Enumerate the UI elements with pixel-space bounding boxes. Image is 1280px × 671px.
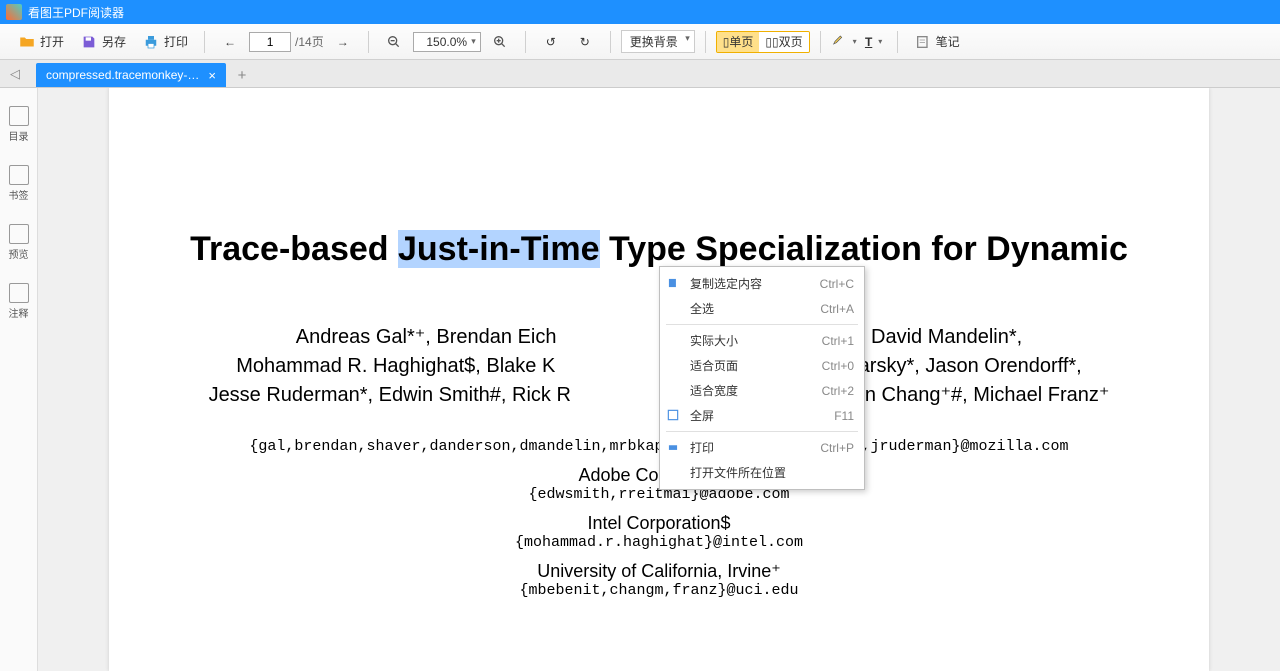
- menu-fullscreen[interactable]: 全屏F11: [660, 403, 864, 428]
- preview-icon: [9, 224, 29, 244]
- zoom-out-icon: [385, 33, 403, 51]
- document-tab[interactable]: compressed.tracemonkey-pl... ×: [36, 63, 226, 87]
- menu-separator: [666, 324, 858, 325]
- print-label: 打印: [164, 33, 188, 50]
- highlight-button[interactable]: [831, 32, 857, 52]
- zoom-in-icon: [491, 33, 509, 51]
- open-label: 打开: [40, 33, 64, 50]
- menu-fitpage[interactable]: 适合页面Ctrl+0: [660, 353, 864, 378]
- saveas-label: 另存: [102, 33, 126, 50]
- zoom-out-button[interactable]: [379, 30, 409, 54]
- toolbar-separator: [610, 31, 611, 53]
- app-title: 看图王PDF阅读器: [28, 4, 124, 21]
- underline-button[interactable]: T: [861, 32, 887, 52]
- saveas-button[interactable]: 另存: [74, 30, 132, 54]
- tab-back-button[interactable]: ◁: [10, 66, 20, 82]
- toolbar-separator: [368, 31, 369, 53]
- notes-button[interactable]: 笔记: [908, 30, 966, 54]
- notes-icon: [914, 33, 932, 51]
- toolbar-separator: [705, 31, 706, 53]
- menu-fitwidth[interactable]: 适合宽度Ctrl+2: [660, 378, 864, 403]
- page-total-label: /14页: [295, 33, 324, 50]
- change-bg-label: 更换背景: [630, 35, 678, 49]
- menu-selectall[interactable]: 全选Ctrl+A: [660, 296, 864, 321]
- sidebar-bookmark-button[interactable]: 书签: [4, 165, 34, 202]
- toolbar-separator: [204, 31, 205, 53]
- annot-icon: [9, 283, 29, 303]
- arrow-right-icon: →: [334, 33, 352, 51]
- page-number-input[interactable]: [249, 32, 291, 52]
- new-tab-button[interactable]: +: [230, 63, 254, 87]
- close-tab-icon[interactable]: ×: [208, 68, 216, 83]
- main-toolbar: 打开 另存 打印 ← /14页 → 150.0% ↺ ↻ 更换背景 ▯单页 ▯▯…: [0, 24, 1280, 60]
- tab-bar: ◁ compressed.tracemonkey-pl... × +: [0, 60, 1280, 88]
- selected-text: Just-in-Time: [398, 230, 600, 268]
- save-icon: [80, 33, 98, 51]
- menu-openloc[interactable]: 打开文件所在位置: [660, 460, 864, 485]
- open-button[interactable]: 打开: [12, 30, 70, 54]
- toolbar-separator: [897, 31, 898, 53]
- toc-icon: [9, 106, 29, 126]
- menu-separator: [666, 431, 858, 432]
- folder-open-icon: [18, 33, 36, 51]
- tab-title: compressed.tracemonkey-pl...: [46, 68, 202, 82]
- toolbar-separator: [820, 31, 821, 53]
- title-bar: 看图王PDF阅读器: [0, 0, 1280, 24]
- double-page-icon: ▯▯: [765, 35, 778, 49]
- next-page-button[interactable]: →: [328, 30, 358, 54]
- sidebar-toc-button[interactable]: 目录: [4, 106, 34, 143]
- underline-icon: T: [865, 35, 872, 49]
- zoom-value: 150.0%: [426, 35, 467, 49]
- workspace: 目录 书签 预览 注释 Trace-based Just-in-Time Typ…: [0, 88, 1280, 671]
- rotate-ccw-icon: ↺: [542, 33, 560, 51]
- arrow-left-icon: ←: [221, 33, 239, 51]
- notes-label: 笔记: [936, 33, 960, 50]
- sidebar-annot-button[interactable]: 注释: [4, 283, 34, 320]
- sidebar-preview-button[interactable]: 预览: [4, 224, 34, 261]
- rotate-cw-icon: ↻: [576, 33, 594, 51]
- single-page-button[interactable]: ▯单页: [717, 32, 760, 52]
- single-page-icon: ▯: [723, 35, 730, 49]
- app-logo-icon: [6, 4, 22, 20]
- print-button[interactable]: 打印: [136, 30, 194, 54]
- printer-icon: [666, 440, 682, 456]
- menu-print[interactable]: 打印Ctrl+P: [660, 435, 864, 460]
- prev-page-button[interactable]: ←: [215, 30, 245, 54]
- menu-copy[interactable]: 复制选定内容Ctrl+C: [660, 271, 864, 296]
- highlighter-icon: [831, 32, 847, 51]
- zoom-select[interactable]: 150.0%: [413, 32, 481, 52]
- double-page-button[interactable]: ▯▯双页: [759, 32, 808, 52]
- toolbar-separator: [525, 31, 526, 53]
- fullscreen-icon: [666, 408, 682, 424]
- page-mode-toggle[interactable]: ▯单页 ▯▯双页: [716, 31, 810, 53]
- copy-icon: [666, 276, 682, 292]
- sidebar: 目录 书签 预览 注释: [0, 88, 38, 671]
- bookmark-icon: [9, 165, 29, 185]
- paper-title: Trace-based Just-in-Time Type Specializa…: [169, 228, 1149, 271]
- rotate-right-button[interactable]: ↻: [570, 30, 600, 54]
- printer-icon: [142, 33, 160, 51]
- rotate-left-button[interactable]: ↺: [536, 30, 566, 54]
- context-menu: 复制选定内容Ctrl+C 全选Ctrl+A 实际大小Ctrl+1 适合页面Ctr…: [659, 266, 865, 490]
- zoom-in-button[interactable]: [485, 30, 515, 54]
- menu-actualsize[interactable]: 实际大小Ctrl+1: [660, 328, 864, 353]
- change-background-select[interactable]: 更换背景: [621, 30, 695, 53]
